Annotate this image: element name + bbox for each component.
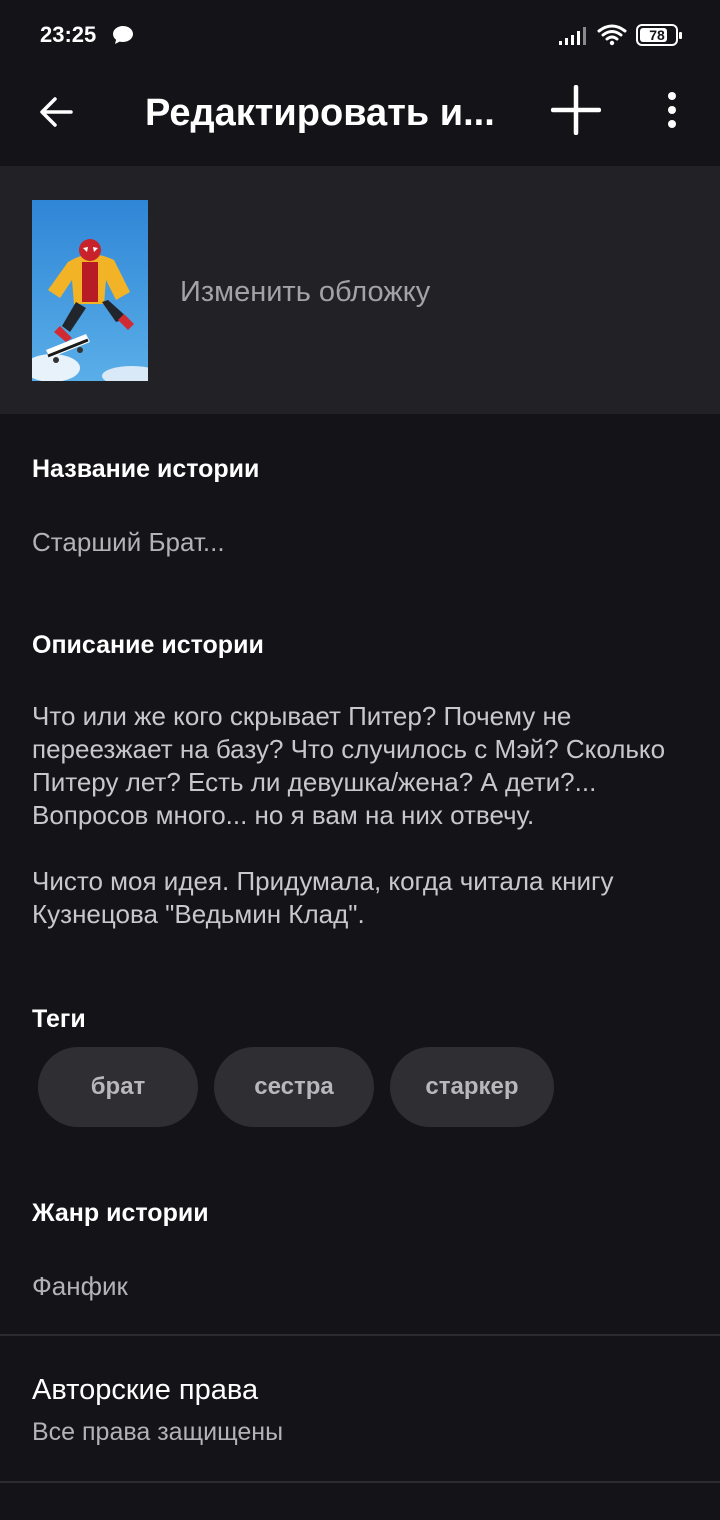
- copyright-label[interactable]: Авторские права: [32, 1374, 258, 1407]
- tag-chip[interactable]: брат: [38, 1047, 198, 1127]
- app-bar: Редактировать и...: [0, 70, 720, 166]
- story-description-label: Описание истории: [32, 631, 264, 659]
- tags-label: Теги: [32, 1005, 86, 1033]
- signal-icon: [558, 26, 588, 51]
- story-title-field[interactable]: Старший Брат...: [32, 527, 225, 558]
- plus-icon: [550, 84, 602, 140]
- divider: [0, 1481, 720, 1483]
- tag-chip[interactable]: сестра: [214, 1047, 374, 1127]
- tag-chip[interactable]: старкер: [390, 1047, 554, 1127]
- back-arrow-icon: [38, 94, 74, 135]
- tags-list: брат сестра старкер: [38, 1047, 554, 1127]
- battery-icon: 78: [636, 24, 682, 46]
- page-title: Редактировать и...: [145, 92, 495, 134]
- back-button[interactable]: [30, 88, 82, 140]
- message-icon: [112, 25, 134, 50]
- cover-section[interactable]: Изменить обложку: [0, 166, 720, 414]
- status-time: 23:25: [40, 22, 97, 47]
- more-vert-icon: [666, 91, 678, 133]
- story-description-field[interactable]: Что или же кого скрывает Питер? Почему н…: [32, 700, 702, 931]
- genre-field[interactable]: Фанфик: [32, 1271, 128, 1302]
- story-title-label: Название истории: [32, 455, 260, 483]
- change-cover-label[interactable]: Изменить обложку: [180, 276, 430, 309]
- more-options-button[interactable]: [650, 84, 694, 140]
- description-paragraph: Чисто моя идея. Придумала, когда читала …: [32, 866, 614, 929]
- status-bar: 23:25 78: [0, 0, 720, 70]
- battery-percent: 78: [649, 27, 665, 43]
- divider: [0, 1334, 720, 1336]
- add-button[interactable]: [548, 84, 604, 140]
- copyright-value: Все права защищены: [32, 1418, 284, 1446]
- cover-image[interactable]: [32, 200, 148, 381]
- description-paragraph: Что или же кого скрывает Питер? Почему н…: [32, 701, 666, 830]
- wifi-icon: [597, 24, 627, 51]
- genre-label: Жанр истории: [32, 1199, 209, 1227]
